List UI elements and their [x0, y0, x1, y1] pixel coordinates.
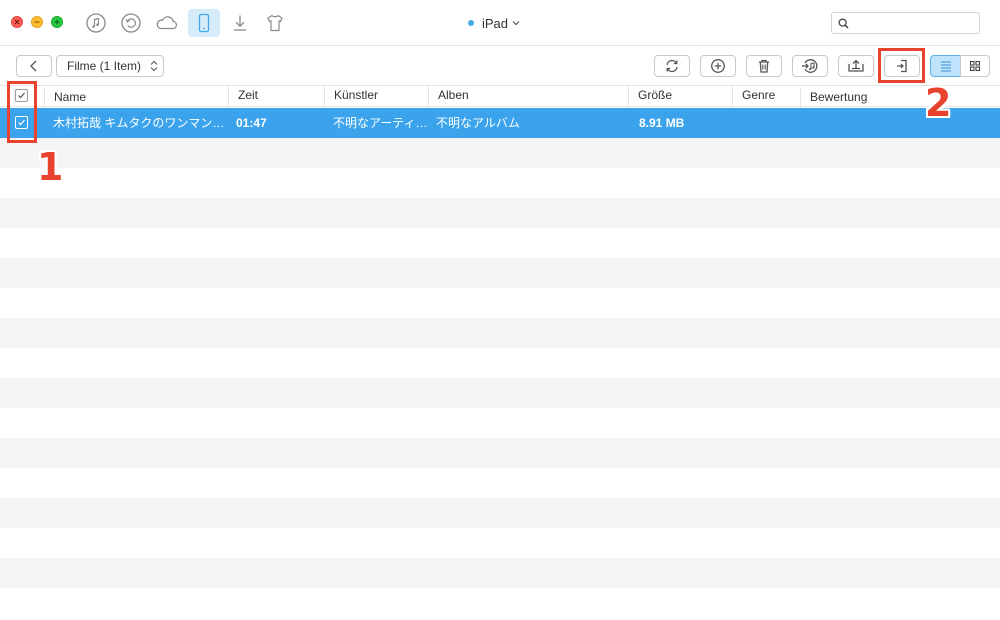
device-status-dot [468, 20, 474, 26]
add-button[interactable] [700, 55, 736, 77]
annotation-box-2 [878, 48, 925, 83]
category-select-label: Filme (1 Item) [67, 59, 142, 73]
cell-genre [741, 108, 797, 138]
empty-row [0, 138, 1000, 168]
cell-name: 木村拓哉 キムタクのワンマン… [53, 116, 225, 130]
nav-download[interactable] [227, 10, 253, 36]
nav-music[interactable] [83, 10, 109, 36]
back-button[interactable] [16, 55, 52, 77]
tshirt-icon [267, 14, 283, 32]
column-header-album[interactable]: Alben [428, 86, 628, 106]
refresh-icon [666, 59, 678, 73]
delete-button[interactable] [746, 55, 782, 77]
annotation-marker-1: 1 [37, 145, 64, 189]
nav-device[interactable] [188, 9, 220, 37]
column-header-size[interactable]: Größe [628, 86, 732, 106]
cloud-icon [156, 16, 177, 30]
column-header-name[interactable]: Name [44, 88, 228, 108]
empty-row [0, 558, 1000, 588]
delete-icon [759, 59, 769, 73]
maximize-window-button[interactable] [51, 16, 63, 28]
grid-view-button[interactable] [960, 55, 990, 77]
app-window: { "titlebar": { "device_name": "iPad", "… [0, 0, 1000, 620]
to-computer-button[interactable] [838, 55, 874, 77]
chevron-down-icon [512, 21, 520, 26]
table-row[interactable]: 木村拓哉 キムタクのワンマン… 01:47 不明なアーティ… 不明なアルバム 8… [0, 108, 1000, 138]
to-computer-icon [848, 59, 864, 72]
annotation-box-1 [7, 81, 37, 143]
column-header-artist[interactable]: Künstler [324, 86, 428, 106]
to-itunes-icon [802, 59, 818, 73]
refresh-button[interactable] [654, 55, 690, 77]
nav-restore[interactable] [118, 10, 144, 36]
empty-row [0, 318, 1000, 348]
music-icon [86, 13, 106, 33]
title-bar: iPad [0, 0, 1000, 46]
column-header-genre[interactable]: Genre [732, 86, 800, 106]
empty-row [0, 498, 1000, 528]
device-name: iPad [482, 15, 509, 31]
add-icon [711, 59, 725, 73]
cell-artist: 不明なアーティ… [333, 116, 427, 130]
to-itunes-button[interactable] [792, 55, 828, 77]
cell-album: 不明なアルバム [436, 116, 520, 130]
column-header-time[interactable]: Zeit [228, 86, 324, 106]
list-view-icon [940, 61, 951, 72]
table-header: Name Zeit Künstler Alben Größe Genre Bew… [0, 85, 1000, 108]
device-selector[interactable]: iPad [468, 14, 520, 32]
empty-row [0, 438, 1000, 468]
minimize-window-button[interactable] [31, 16, 43, 28]
download-icon [234, 15, 246, 31]
search-box[interactable] [831, 12, 980, 34]
column-header-rating[interactable]: Bewertung [800, 88, 1000, 108]
device-icon [198, 13, 210, 33]
nav-icloud[interactable] [154, 10, 180, 36]
close-window-button[interactable] [11, 16, 23, 28]
annotation-marker-2: 2 [925, 81, 952, 125]
nav-toolbox[interactable] [262, 10, 288, 36]
minimize-icon [34, 21, 40, 23]
cell-rating [810, 108, 990, 138]
empty-row [0, 258, 1000, 288]
updown-chevron-icon [150, 60, 158, 72]
search-icon [838, 18, 849, 29]
cell-time: 01:47 [236, 116, 267, 130]
empty-row [0, 198, 1000, 228]
category-select[interactable]: Filme (1 Item) [56, 55, 164, 77]
maximize-icon [54, 19, 60, 25]
grid-view-icon [969, 60, 981, 72]
empty-row [0, 378, 1000, 408]
search-input[interactable] [854, 15, 976, 31]
restore-icon [121, 13, 141, 33]
cell-size: 8.91 MB [639, 116, 685, 130]
list-view-button[interactable] [930, 55, 961, 77]
close-icon [14, 19, 20, 25]
chevron-left-icon [30, 60, 37, 72]
